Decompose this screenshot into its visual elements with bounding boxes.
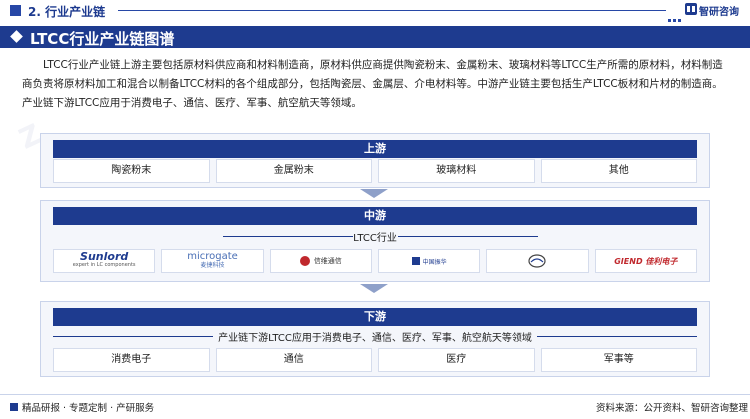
downstream-panel: 下游 产业链下游LTCC应用于消费电子、通信、医疗、军事、航空航天等领域 消费电… [40, 301, 710, 377]
top-header: 2. 行业产业链 智研咨询 [0, 0, 750, 22]
zhenhua-mark-icon [411, 257, 420, 265]
downstream-heading: 下游 [53, 308, 697, 326]
company-mark-icon [528, 254, 547, 268]
upstream-items: 陶瓷粉末 金属粉末 玻璃材料 其他 [53, 159, 697, 183]
logo-sunway: 信维通信 [269, 249, 372, 273]
logo-giend: GIEND 佳利电子 [594, 249, 697, 273]
logo-sub: expert in LC components [72, 262, 136, 268]
upstream-item: 陶瓷粉末 [53, 159, 210, 183]
upstream-panel: 上游 陶瓷粉末 金属粉末 玻璃材料 其他 [40, 133, 710, 188]
company-logos: Sunlord expert in LC components microgat… [53, 249, 697, 273]
logo-sunlord: Sunlord expert in LC components [53, 249, 156, 273]
downstream-items: 消费电子 通信 医疗 军事等 [53, 348, 697, 372]
logo-sub: 麦捷科技 [200, 262, 225, 269]
midstream-subtitle: LTCC行业 [353, 233, 397, 244]
footer-tagline: 精品研报 · 专题定制 · 产研服务 [10, 400, 154, 414]
subtitle-line [398, 236, 538, 237]
upstream-item: 玻璃材料 [378, 159, 535, 183]
page-title: LTCC行业产业链图谱 [30, 30, 175, 48]
downstream-item: 通信 [215, 348, 372, 372]
intro-paragraph: LTCC行业产业链上游主要包括原材料供应商和材料制造商，原材料供应商提供陶瓷粉末… [22, 59, 723, 109]
logo-name: GIEND 佳利电子 [614, 256, 678, 266]
title-bar: LTCC行业产业链图谱 [0, 26, 750, 48]
upstream-item: 金属粉末 [215, 159, 372, 183]
flow-arrow [360, 189, 388, 198]
midstream-subtitle-row: LTCC行业 [53, 229, 697, 244]
logo-name: 信维通信 [313, 257, 342, 265]
upstream-item: 其他 [540, 159, 697, 183]
footer-divider [0, 394, 750, 395]
section-label: 2. 行业产业链 [28, 5, 106, 19]
brand-name: 智研咨询 [699, 7, 739, 18]
upstream-heading: 上游 [53, 140, 697, 158]
footer-tagline-text: 精品研报 · 专题定制 · 产研服务 [22, 403, 155, 414]
downstream-item: 医疗 [378, 348, 535, 372]
logo-name: 中国振华 [422, 258, 447, 266]
downstream-item: 消费电子 [53, 348, 210, 372]
logo-microgate: microgate 麦捷科技 [161, 249, 264, 273]
downstream-subtitle-row: 产业链下游LTCC应用于消费电子、通信、医疗、军事、航空航天等领域 [53, 329, 697, 344]
header-divider [118, 10, 666, 11]
logo-name: microgate [187, 251, 238, 262]
midstream-heading: 中游 [53, 207, 697, 225]
diamond-icon [10, 30, 23, 43]
section-square-icon [10, 5, 21, 16]
footer-square-icon [10, 403, 18, 411]
sunway-mark-icon [299, 256, 310, 266]
downstream-item: 军事等 [540, 348, 697, 372]
subtitle-line [537, 336, 697, 337]
logo-zhenhua: 中国振华 [377, 249, 481, 273]
midstream-panel: 中游 LTCC行业 Sunlord expert in LC component… [40, 200, 710, 282]
header-dots [668, 7, 684, 22]
source-note: 资料来源：公开资料、智研咨询整理 [596, 403, 749, 414]
logo-company-5 [486, 249, 589, 273]
logo-name: Sunlord [80, 250, 129, 263]
brand-logo-icon [685, 3, 697, 15]
flow-arrow [360, 284, 388, 293]
